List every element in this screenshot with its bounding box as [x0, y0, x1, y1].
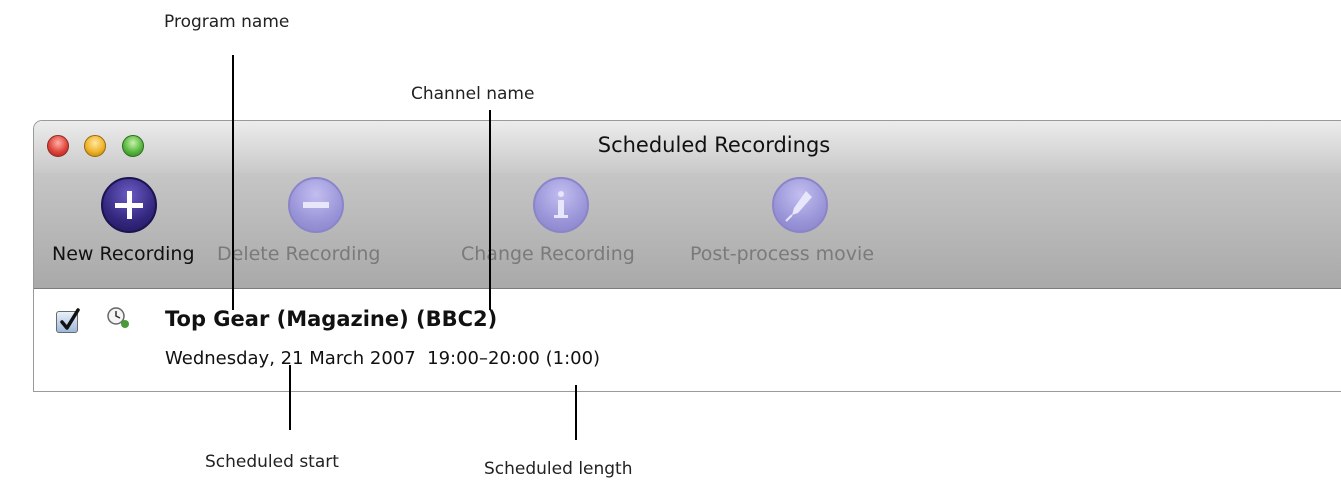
leader-scheduled-length [575, 385, 577, 440]
scheduled-recordings-window: Scheduled Recordings New Recording Delet… [33, 120, 1341, 392]
callout-program-name: Program name [164, 12, 290, 32]
change-recording-label: Change Recording [461, 243, 635, 265]
recording-enabled-checkbox[interactable] [56, 308, 80, 333]
zoom-button[interactable] [122, 135, 144, 157]
clock-icon [107, 307, 129, 328]
schedule-text: Wednesday, 21 March 2007 19:00–20:00 (1:… [165, 348, 601, 369]
info-icon [533, 177, 589, 233]
toolbar: New Recording Delete Recording Change Re… [34, 173, 1341, 289]
minimize-button[interactable] [84, 135, 106, 157]
plus-icon [101, 177, 157, 233]
callout-scheduled-length: Scheduled length [484, 459, 633, 479]
program-title: Top Gear (Magazine) (BBC2) [165, 307, 498, 331]
leader-scheduled-start [289, 365, 291, 430]
close-button[interactable] [47, 135, 69, 157]
window-title: Scheduled Recordings [597, 133, 831, 157]
title-bar: Scheduled Recordings [34, 121, 1341, 173]
pen-icon [772, 177, 828, 233]
new-recording-label: New Recording [52, 243, 195, 265]
callout-scheduled-start: Scheduled start [205, 452, 339, 472]
delete-recording-label: Delete Recording [217, 243, 381, 265]
leader-program-name [232, 55, 234, 310]
callout-channel-name: Channel name [411, 84, 535, 104]
leader-channel-name [489, 110, 491, 310]
post-process-movie-label: Post-process movie [690, 243, 875, 265]
minus-icon [288, 177, 344, 233]
